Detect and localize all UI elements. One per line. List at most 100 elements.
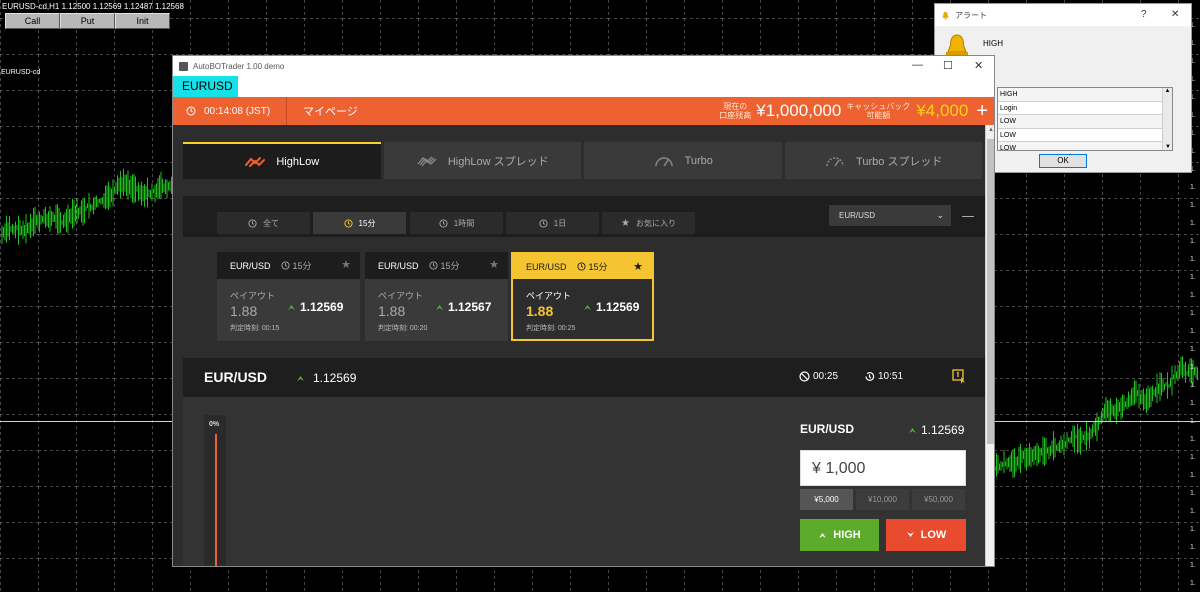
- arrow-up-icon: [288, 305, 295, 310]
- cashback-label-line2: 可能額: [866, 111, 891, 120]
- list-item[interactable]: LOW: [998, 128, 1172, 142]
- scroll-up-icon[interactable]: ▲: [1163, 88, 1172, 94]
- account-topbar: 00:14:08 (JST) マイページ 現在の 口座残高 ¥1,000,000…: [173, 97, 994, 125]
- collapse-icon[interactable]: [962, 216, 974, 217]
- mypage-link[interactable]: マイページ: [287, 103, 358, 119]
- put-button[interactable]: Put: [60, 13, 115, 29]
- clock-icon: [248, 218, 257, 228]
- remaining-time: 10:51: [864, 371, 903, 382]
- payout-value: 1.88: [526, 303, 554, 319]
- card-body: ペイアウト 1.88 1.12567 判定時刻: 00:20: [365, 279, 508, 341]
- scroll-up-icon[interactable]: ▲: [986, 127, 994, 133]
- alert-log-list[interactable]: HIGH Login LOW LOW LOW ▲ ▼: [997, 87, 1173, 151]
- preset-50000-button[interactable]: ¥50,000: [912, 489, 965, 510]
- alert-message: HIGH: [983, 39, 1003, 48]
- axis-tick: 1.: [1190, 436, 1196, 443]
- dropdown-value: EUR/USD: [839, 211, 876, 220]
- judge-time: 判定時刻: 00:25: [526, 325, 576, 332]
- tab-label: HighLow: [276, 155, 320, 168]
- list-item[interactable]: Login: [998, 101, 1172, 115]
- preset-5000-button[interactable]: ¥5,000: [800, 489, 853, 510]
- filter-1hour[interactable]: 1時間: [410, 212, 503, 234]
- mt4-button-group: Call Put Init: [5, 13, 170, 29]
- arrow-up-icon: [819, 533, 827, 538]
- filter-15min[interactable]: 15分: [313, 212, 406, 234]
- call-button[interactable]: Call: [5, 13, 60, 29]
- tab-turbo[interactable]: Turbo: [584, 142, 782, 179]
- preset-10000-button[interactable]: ¥10,000: [856, 489, 909, 510]
- card-duration: 15分: [428, 259, 460, 272]
- tab-highlow-spread[interactable]: HighLow スプレッド: [383, 142, 581, 179]
- payout-label: ペイアウト: [230, 291, 276, 301]
- duration-label: 15分: [440, 261, 460, 271]
- amount-input[interactable]: ¥ 1,000: [800, 450, 966, 486]
- axis-tick: 1.: [1190, 256, 1196, 263]
- scroll-down-icon[interactable]: ▼: [1163, 144, 1172, 150]
- filter-all[interactable]: 全て: [217, 212, 310, 234]
- filter-label: 1時間: [453, 218, 475, 228]
- axis-tick: 1.: [1190, 346, 1196, 353]
- rate-value: 1.12569: [921, 423, 965, 437]
- card-rate: 1.12567: [435, 300, 491, 314]
- filter-favorites[interactable]: ★ お気に入り: [602, 212, 695, 234]
- axis-tick: 1.: [1190, 490, 1196, 497]
- desktop: EURUSD-cd,H1 1.12500 1.12569 1.12487 1.1…: [0, 0, 1200, 592]
- window-title: AutoBOTrader 1.00 demo: [193, 61, 285, 71]
- list-item[interactable]: LOW: [998, 115, 1172, 129]
- alert-close-button[interactable]: ✕: [1171, 9, 1179, 20]
- option-card[interactable]: EUR/USD 15分 ★ ペイアウト 1.88 1.12567 判定時刻: 0…: [365, 252, 508, 341]
- axis-tick: 1.: [1190, 508, 1196, 515]
- high-label: HIGH: [833, 529, 861, 541]
- pair-dropdown[interactable]: EUR/USD ⌄: [829, 205, 951, 226]
- star-icon[interactable]: ★: [489, 258, 499, 271]
- card-header: EUR/USD 15分 ★: [365, 252, 508, 279]
- cashback-label-line1: キャッシュバック: [846, 102, 911, 111]
- arrow-down-icon: [906, 532, 914, 537]
- filter-1day[interactable]: 1日: [506, 212, 599, 234]
- clock: 00:14:08 (JST): [173, 97, 287, 125]
- minimize-button[interactable]: —: [912, 59, 923, 71]
- help-button[interactable]: ?: [1141, 9, 1147, 20]
- low-button[interactable]: LOW: [886, 519, 966, 551]
- trade-rate: 1.12569: [908, 423, 964, 437]
- maximize-button[interactable]: ☐: [943, 59, 953, 72]
- list-item[interactable]: LOW: [998, 142, 1172, 150]
- card-pair: EUR/USD: [526, 261, 567, 272]
- selected-pair-bar: EUR/USD 1.12569 00:25 10:51: [183, 358, 985, 397]
- account-summary: 現在の 口座残高 ¥1,000,000 キャッシュバック 可能額 ¥4,000 …: [719, 97, 994, 125]
- tab-highlow[interactable]: HighLow: [183, 142, 381, 179]
- plus-icon[interactable]: +: [976, 100, 988, 123]
- high-button[interactable]: HIGH: [800, 519, 879, 551]
- alert-list-scrollbar[interactable]: ▲ ▼: [1162, 88, 1172, 150]
- mt4-symbol-label: EURUSD-cd: [1, 69, 41, 76]
- clock-icon: [439, 218, 448, 228]
- percent-label: 0%: [209, 421, 220, 428]
- ok-button[interactable]: OK: [1039, 154, 1087, 168]
- star-icon[interactable]: ★: [633, 260, 643, 273]
- alert-title: アラート: [955, 10, 987, 20]
- bell-icon: [942, 11, 949, 20]
- amount-presets: ¥5,000 ¥10,000 ¥50,000: [800, 489, 968, 510]
- axis-tick: 1.: [1190, 580, 1196, 587]
- window-titlebar: AutoBOTrader 1.00 demo — ☐ ✕: [173, 56, 994, 76]
- scrollbar-thumb[interactable]: [987, 139, 994, 444]
- duration-label: 15分: [588, 262, 608, 272]
- tab-turbo-spread[interactable]: Turbo スプレッド: [784, 142, 982, 179]
- axis-tick: 1.: [1190, 274, 1196, 281]
- axis-tick: 1.: [1190, 544, 1196, 551]
- chart-toggle-icon[interactable]: [952, 369, 966, 384]
- clock-icon: [343, 218, 353, 228]
- card-duration: 15分: [576, 260, 608, 273]
- window-scrollbar[interactable]: ▲: [985, 125, 994, 566]
- init-button[interactable]: Init: [115, 13, 170, 29]
- duration-label: 15分: [292, 261, 312, 271]
- countdown: 00:25: [799, 371, 838, 382]
- rate-value: 1.12569: [596, 300, 640, 314]
- clock-icon: [428, 261, 438, 270]
- option-card-selected[interactable]: EUR/USD 15分 ★ ペイアウト 1.88 1.12569 判定時刻: 0…: [511, 252, 654, 341]
- window-close-button[interactable]: ✕: [974, 59, 983, 72]
- clock-icon: [280, 261, 290, 270]
- option-card[interactable]: EUR/USD 15分 ★ ペイアウト 1.88 1.12569 判定時刻: 0…: [217, 252, 360, 341]
- list-item[interactable]: HIGH: [998, 88, 1172, 102]
- star-icon[interactable]: ★: [341, 258, 351, 271]
